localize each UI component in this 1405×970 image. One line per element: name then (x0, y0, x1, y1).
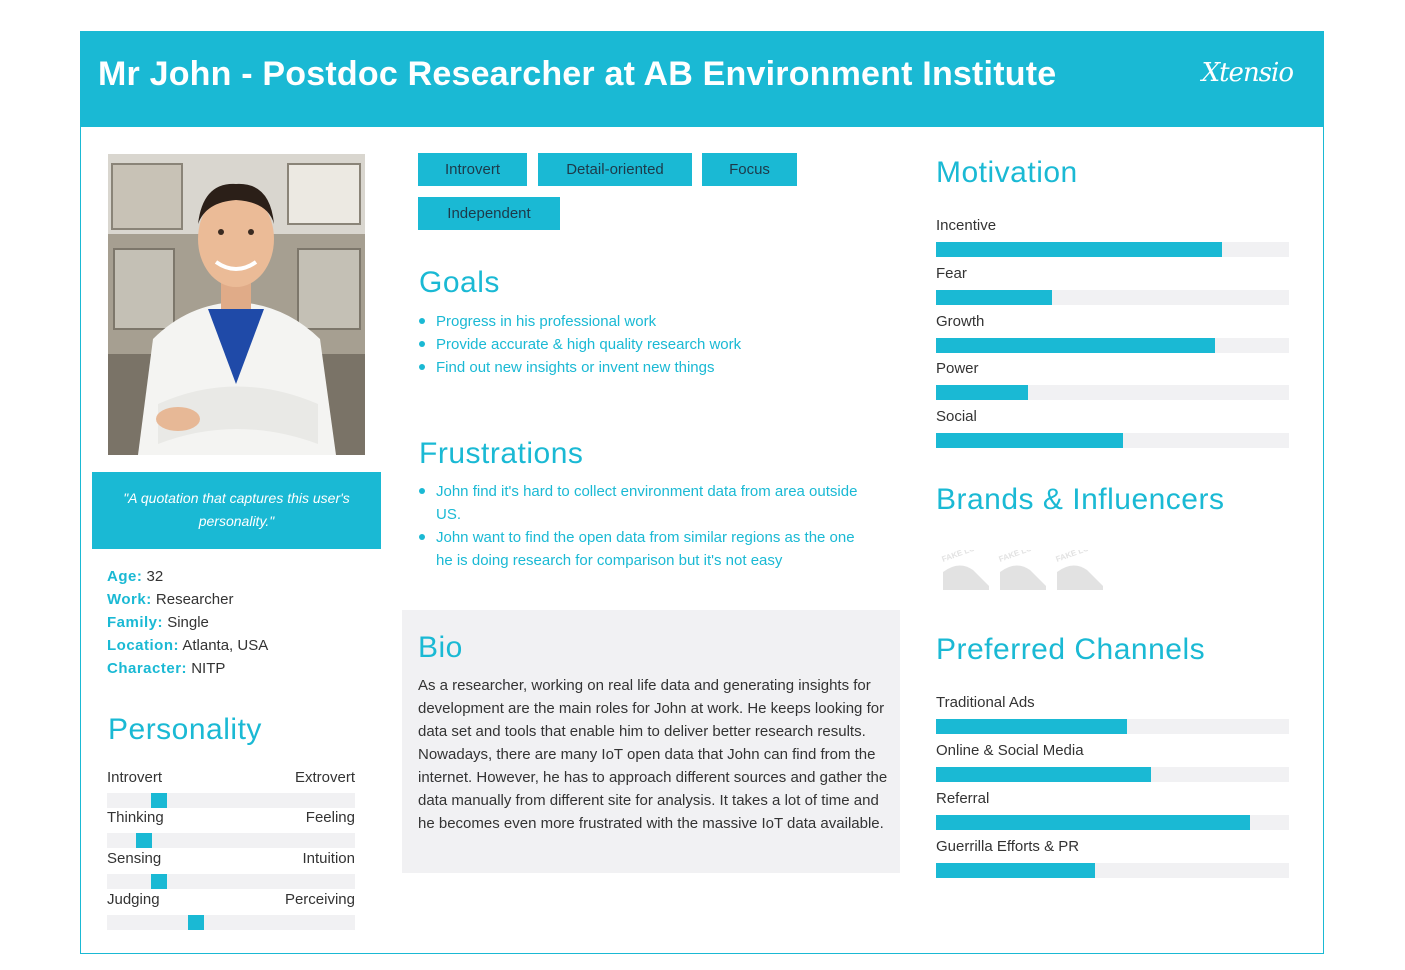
meter-fill (936, 338, 1215, 353)
page-title: Mr John - Postdoc Researcher at AB Envir… (98, 55, 1057, 93)
meter-track (936, 863, 1289, 878)
scale-track (107, 793, 355, 808)
meter-fill (936, 242, 1222, 257)
meter-fill (936, 433, 1124, 448)
meter-track (936, 719, 1289, 734)
persona-card: Mr John - Postdoc Researcher at AB Envir… (80, 31, 1324, 954)
header-bar: Mr John - Postdoc Researcher at AB Envir… (81, 32, 1323, 127)
goal-item: Find out new insights or invent new thin… (418, 356, 878, 379)
fact-work: Work: Researcher (107, 591, 234, 608)
xtensio-logo[interactable]: Xtensio (1202, 58, 1294, 88)
frustration-item: John find it's hard to collect environme… (418, 480, 868, 526)
meter-track (936, 433, 1289, 448)
personality-scale: Thinking Feeling (107, 809, 355, 848)
frustrations-title: Frustrations (419, 437, 584, 470)
meter-label: Fear (936, 265, 967, 282)
motivation-meter: Incentive (936, 216, 1289, 257)
scale-marker (188, 915, 204, 930)
fact-age: Age: 32 (107, 568, 164, 585)
motivation-meter: Fear (936, 264, 1289, 305)
fake-logo-text: FAKE LOGO (1055, 550, 1102, 564)
scale-left-label: Judging (107, 891, 160, 908)
tag-independent: Independent (418, 197, 560, 230)
channel-meter: Traditional Ads (936, 693, 1289, 734)
scale-track (107, 915, 355, 930)
motivation-meter: Social (936, 407, 1289, 448)
bio-panel: Bio As a researcher, working on real lif… (402, 610, 900, 873)
motivation-meter: Power (936, 359, 1289, 400)
channels-title: Preferred Channels (936, 633, 1206, 666)
fake-logo-text: FAKE LOGO (941, 550, 988, 564)
goals-title: Goals (419, 266, 500, 299)
scale-left-label: Introvert (107, 769, 163, 786)
personality-scale: Introvert Extrovert (107, 769, 355, 808)
meter-track (936, 815, 1289, 830)
meter-label: Power (936, 360, 979, 377)
meter-label: Guerrilla Efforts & PR (936, 838, 1080, 855)
scale-track (107, 874, 355, 889)
meter-track (936, 242, 1289, 257)
meter-label: Referral (936, 790, 990, 807)
bio-text: As a researcher, working on real life da… (418, 677, 888, 832)
scale-left-label: Sensing (107, 850, 162, 867)
channel-meter: Referral (936, 789, 1289, 830)
scale-right-label: Extrovert (294, 769, 355, 786)
scale-track (107, 833, 355, 848)
bio-title: Bio (418, 631, 463, 664)
meter-track (936, 767, 1289, 782)
brands-title: Brands & Influencers (936, 483, 1225, 516)
fake-logo-icon: FAKE LOGO (996, 539, 1048, 592)
goal-item: Progress in his professional work (418, 310, 878, 333)
profile-photo (108, 154, 365, 455)
meter-label: Traditional Ads (936, 694, 1035, 711)
fake-logo-text: FAKE LOGO (998, 550, 1045, 564)
tag-focus: Focus (702, 153, 797, 186)
personality-title: Personality (108, 713, 262, 746)
meter-track (936, 290, 1289, 305)
goals-list: Progress in his professional work Provid… (418, 310, 878, 379)
scale-right-label: Perceiving (284, 891, 355, 908)
meter-label: Growth (936, 313, 985, 330)
scale-marker (151, 874, 167, 889)
fake-logo-icon: FAKE LOGO (1053, 539, 1105, 592)
scale-right-label: Feeling (305, 809, 355, 826)
meter-track (936, 338, 1289, 353)
personality-scale: Sensing Intuition (107, 850, 355, 889)
meter-fill (936, 863, 1095, 878)
fact-location: Location: Atlanta, USA (107, 637, 269, 654)
frustration-item: John want to find the open data from sim… (418, 526, 868, 572)
fact-character: Character: NITP (107, 660, 226, 677)
scale-left-label: Thinking (107, 809, 164, 826)
meter-fill (936, 385, 1028, 400)
meter-fill (936, 767, 1152, 782)
frustrations-list: John find it's hard to collect environme… (418, 480, 868, 572)
meter-label: Social (936, 408, 977, 425)
demographics: Age: 32 Work: Researcher Family: Single … (107, 565, 377, 680)
personality-scale: Judging Perceiving (107, 891, 355, 930)
meter-label: Incentive (936, 217, 997, 234)
persona-quote: "A quotation that captures this user's p… (92, 472, 381, 549)
motivation-title: Motivation (936, 156, 1078, 189)
meter-track (936, 385, 1289, 400)
fact-family: Family: Single (107, 614, 209, 631)
fake-logo-icon: FAKE LOGO (939, 539, 991, 592)
motivation-meter: Growth (936, 312, 1289, 353)
scale-marker (136, 833, 152, 848)
meter-fill (936, 290, 1053, 305)
meter-fill (936, 719, 1127, 734)
scale-right-label: Intuition (302, 850, 355, 867)
tag-introvert: Introvert (418, 153, 527, 186)
meter-fill (936, 815, 1251, 830)
tag-detail-oriented: Detail-oriented (538, 153, 692, 186)
scale-marker (151, 793, 167, 808)
meter-label: Online & Social Media (936, 742, 1084, 759)
channel-meter: Online & Social Media (936, 741, 1289, 782)
goal-item: Provide accurate & high quality research… (418, 333, 878, 356)
channel-meter: Guerrilla Efforts & PR (936, 837, 1289, 878)
